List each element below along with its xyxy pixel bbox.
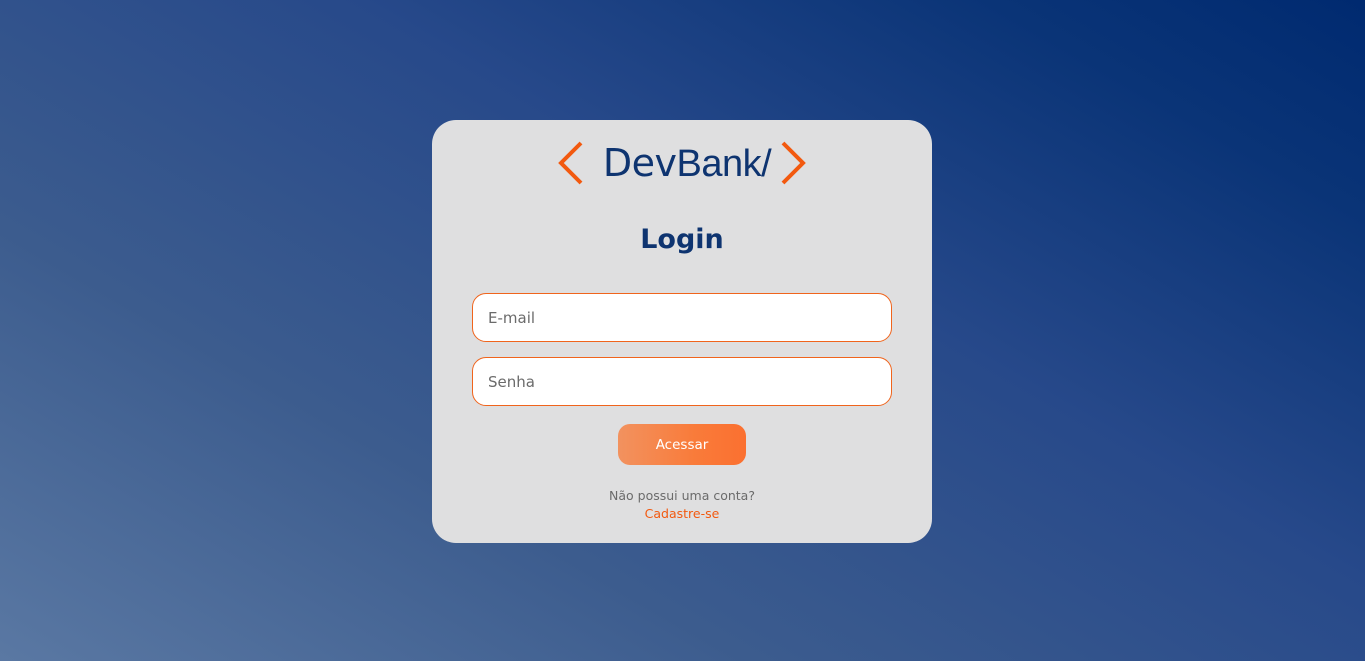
devbank-logo: DevBank/ <box>432 138 932 188</box>
brand-name: DevBank/ <box>602 138 772 189</box>
brand-name-dev: Dev <box>602 140 677 185</box>
page-title: Login <box>640 224 724 255</box>
login-button[interactable]: Acessar <box>618 424 746 465</box>
chevron-left-icon <box>557 141 585 185</box>
email-field[interactable] <box>472 293 892 342</box>
signup-link[interactable]: Cadastre-se <box>432 506 932 521</box>
no-account-text: Não possui uma conta? <box>609 488 755 503</box>
chevron-right-icon <box>779 141 807 185</box>
password-field[interactable] <box>472 357 892 406</box>
login-card: DevBank/ Login Acessar Não possui uma co… <box>432 120 932 543</box>
brand-name-bank: Bank/ <box>676 142 772 185</box>
